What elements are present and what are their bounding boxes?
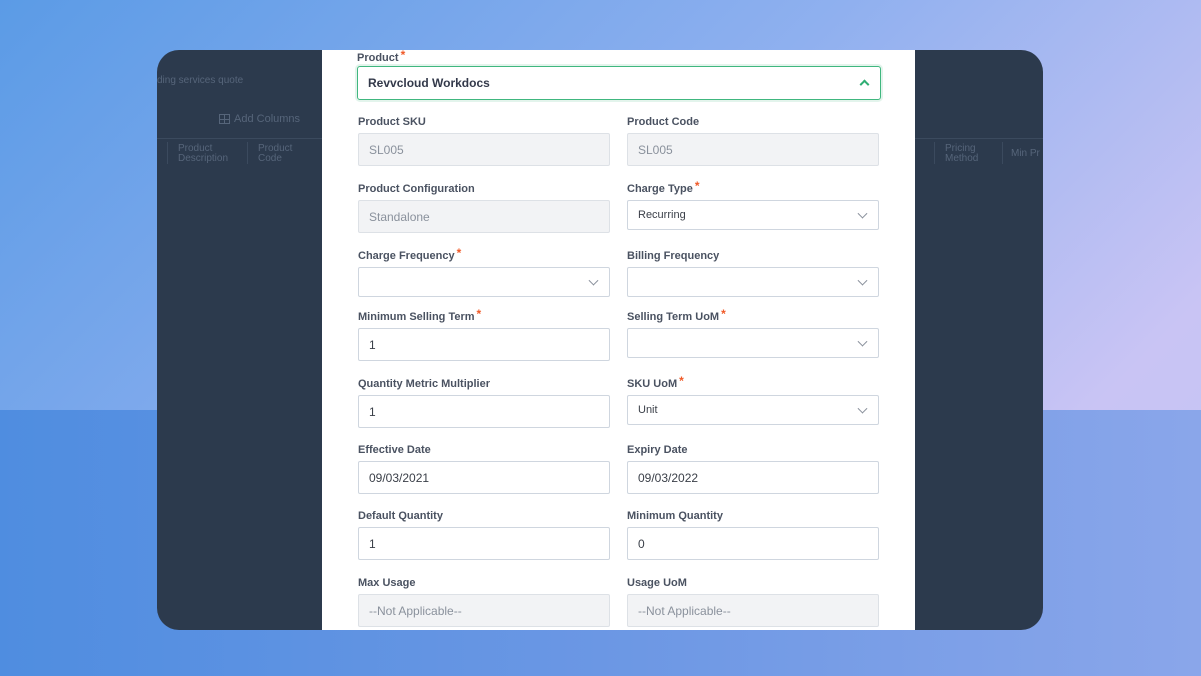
chevron-down-icon: [588, 275, 599, 286]
minimum-quantity-label: Minimum Quantity: [627, 510, 723, 522]
product-sku-label: Product SKU: [358, 116, 426, 128]
quantity-metric-multiplier-value: 1: [369, 404, 376, 419]
minimum-quantity-value: 0: [638, 536, 645, 551]
usage-uom-input[interactable]: --Not Applicable--: [627, 594, 879, 627]
max-usage-field: Max Usage --Not Applicable--: [358, 576, 610, 627]
max-usage-value: --Not Applicable--: [369, 603, 462, 618]
product-configuration-field: Product Configuration Standalone: [358, 182, 610, 233]
quote-subtitle: ding services quote: [157, 75, 244, 86]
column-header-product-description: Product Description: [178, 143, 229, 164]
default-quantity-label: Default Quantity: [358, 510, 443, 522]
selling-term-uom-select[interactable]: [627, 328, 879, 358]
required-marker: *: [476, 307, 482, 321]
column-header-pricing-method: Pricing Method: [945, 143, 979, 164]
chevron-up-icon: [859, 79, 870, 90]
column-separator: [1002, 142, 1003, 164]
effective-date-input[interactable]: 09/03/2021: [358, 461, 610, 494]
expiry-date-label: Expiry Date: [627, 444, 688, 456]
expiry-date-field: Expiry Date 09/03/2022: [627, 443, 879, 494]
product-field: Product * Revvcloud Workdocs: [357, 50, 881, 100]
charge-frequency-label: Charge Frequency: [358, 250, 455, 262]
effective-date-field: Effective Date 09/03/2021: [358, 443, 610, 494]
default-quantity-value: 1: [369, 536, 376, 551]
usage-uom-field: Usage UoM --Not Applicable--: [627, 576, 879, 627]
product-label: Product: [357, 52, 399, 64]
expiry-date-value: 09/03/2022: [638, 470, 699, 485]
minimum-selling-term-input[interactable]: 1: [358, 328, 610, 361]
sku-uom-value: Unit: [638, 404, 658, 416]
required-marker: *: [694, 179, 700, 193]
add-columns-label: Add Columns: [234, 113, 301, 125]
charge-type-value: Recurring: [638, 209, 686, 221]
selling-term-uom-field: Selling Term UoM *: [627, 307, 879, 358]
minimum-selling-term-value: 1: [369, 337, 376, 352]
product-select-value: Revvcloud Workdocs: [368, 76, 490, 90]
expiry-date-input[interactable]: 09/03/2022: [627, 461, 879, 494]
column-separator: [247, 142, 248, 164]
required-marker: *: [400, 50, 406, 62]
charge-type-select[interactable]: Recurring: [627, 200, 879, 230]
selling-term-uom-label: Selling Term UoM: [627, 311, 720, 323]
max-usage-label: Max Usage: [358, 577, 416, 589]
chevron-down-icon: [857, 208, 868, 219]
column-header-min-price: Min Pr: [1011, 148, 1040, 159]
product-sku-input[interactable]: SL005: [358, 133, 610, 166]
product-form-modal: Product * Revvcloud Workdocs Product SKU…: [322, 50, 915, 630]
required-marker: *: [679, 374, 684, 388]
product-sku-field: Product SKU SL005: [358, 115, 610, 166]
usage-uom-value: --Not Applicable--: [638, 603, 731, 618]
product-code-field: Product Code SL005: [627, 115, 879, 166]
product-select[interactable]: Revvcloud Workdocs: [357, 66, 881, 100]
default-quantity-input[interactable]: 1: [358, 527, 610, 560]
column-header-product-code: Product Code: [258, 143, 293, 164]
usage-uom-label: Usage UoM: [627, 577, 687, 589]
billing-frequency-select[interactable]: [627, 267, 879, 297]
product-configuration-label: Product Configuration: [358, 183, 475, 195]
chevron-down-icon: [857, 403, 868, 414]
product-sku-value: SL005: [369, 142, 404, 157]
required-marker: *: [456, 246, 462, 260]
quantity-metric-multiplier-input[interactable]: 1: [358, 395, 610, 428]
product-configuration-input[interactable]: Standalone: [358, 200, 610, 233]
max-usage-input[interactable]: --Not Applicable--: [358, 594, 610, 627]
billing-frequency-field: Billing Frequency: [627, 249, 879, 297]
quantity-metric-multiplier-field: Quantity Metric Multiplier 1: [358, 377, 610, 428]
add-columns-button[interactable]: Add Columns: [219, 113, 301, 125]
chevron-down-icon: [857, 275, 868, 286]
product-code-value: SL005: [638, 142, 673, 157]
billing-frequency-label: Billing Frequency: [627, 250, 720, 262]
sku-uom-label: SKU UoM: [627, 378, 678, 390]
minimum-selling-term-label: Minimum Selling Term: [358, 311, 475, 323]
quantity-metric-multiplier-label: Quantity Metric Multiplier: [358, 378, 491, 390]
product-code-input[interactable]: SL005: [627, 133, 879, 166]
charge-type-field: Charge Type * Recurring: [627, 179, 879, 230]
minimum-quantity-field: Minimum Quantity 0: [627, 509, 879, 560]
column-separator: [934, 142, 935, 164]
product-configuration-value: Standalone: [369, 209, 430, 224]
sku-uom-field: SKU UoM * Unit: [627, 374, 879, 425]
sku-uom-select[interactable]: Unit: [627, 395, 879, 425]
effective-date-value: 09/03/2021: [369, 470, 430, 485]
product-code-label: Product Code: [627, 116, 700, 128]
charge-type-label: Charge Type: [627, 183, 693, 195]
default-quantity-field: Default Quantity 1: [358, 509, 610, 560]
column-separator: [167, 142, 168, 164]
grid-icon: [219, 114, 230, 124]
effective-date-label: Effective Date: [358, 444, 431, 456]
required-marker: *: [721, 307, 726, 321]
minimum-selling-term-field: Minimum Selling Term * 1: [358, 307, 610, 361]
charge-frequency-field: Charge Frequency *: [358, 246, 610, 297]
minimum-quantity-input[interactable]: 0: [627, 527, 879, 560]
charge-frequency-select[interactable]: [358, 267, 610, 297]
chevron-down-icon: [857, 336, 868, 347]
